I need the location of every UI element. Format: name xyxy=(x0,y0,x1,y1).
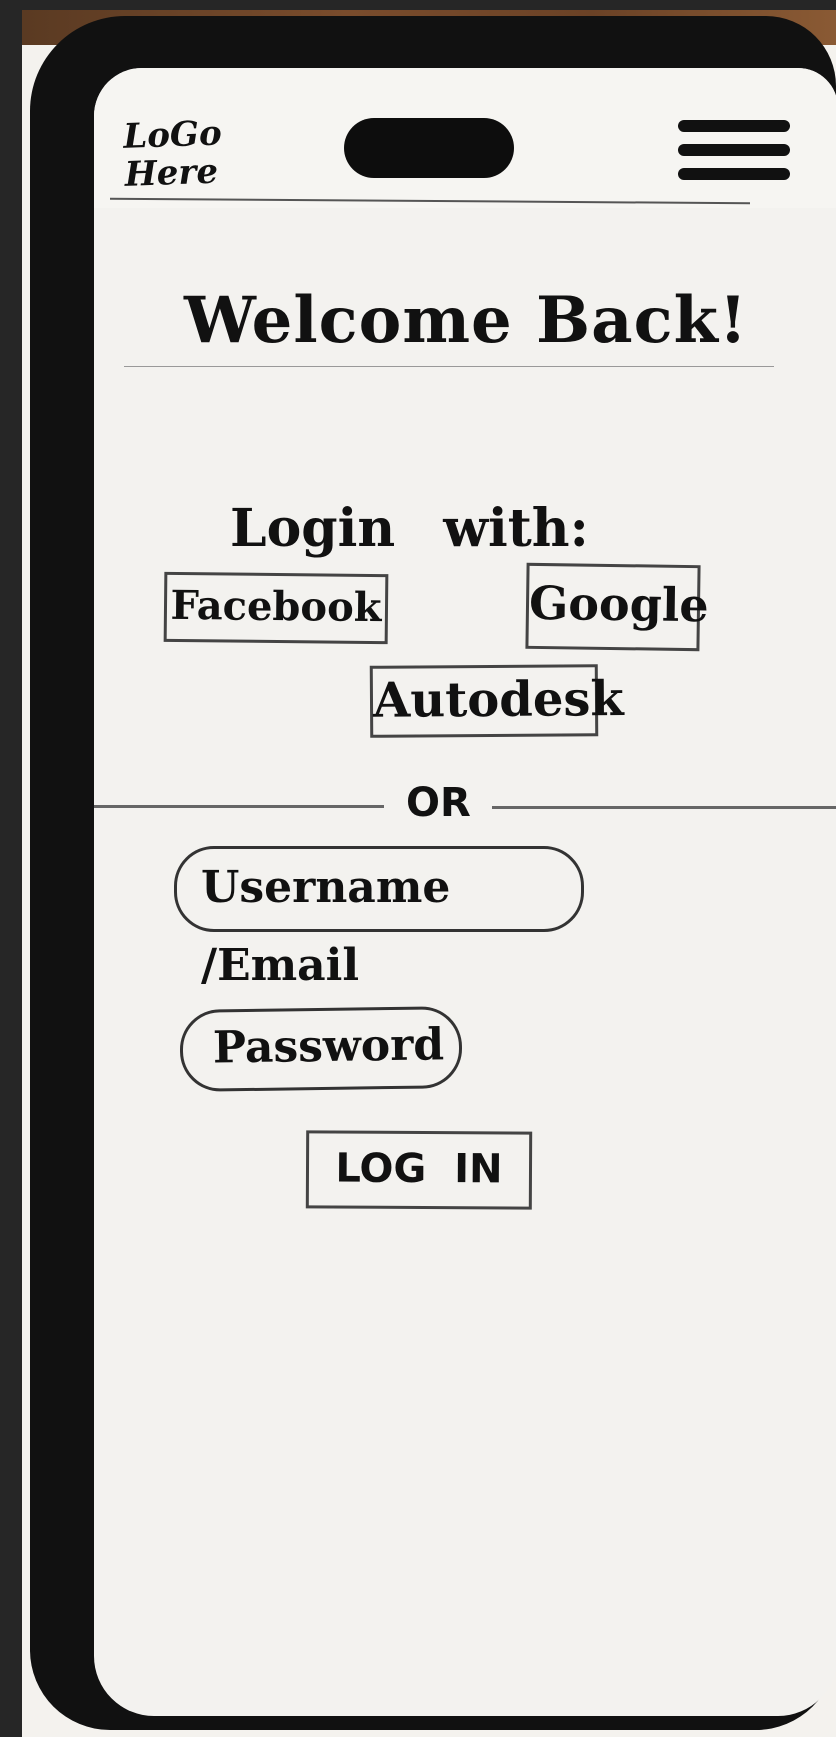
camera-notch xyxy=(344,118,514,178)
username-email-field[interactable]: Username /Email xyxy=(174,846,584,991)
header-bar: LoGo Here xyxy=(94,68,836,208)
menu-line xyxy=(678,120,790,132)
logo[interactable]: LoGo Here xyxy=(122,113,236,195)
login-button[interactable]: LOG IN xyxy=(305,1130,533,1210)
facebook-login-button[interactable]: Facebook xyxy=(163,571,389,645)
password-field[interactable]: Password xyxy=(179,1006,463,1092)
phone-frame: LoGo Here Welcome Back! Login with: Face… xyxy=(30,16,836,1730)
photo-background: LoGo Here Welcome Back! Login with: Face… xyxy=(0,0,836,1737)
menu-line xyxy=(678,144,790,156)
autodesk-login-button[interactable]: Autodesk xyxy=(369,664,624,738)
title-divider xyxy=(124,366,774,367)
logo-line-1: LoGo xyxy=(122,113,223,157)
logo-line-2: Here xyxy=(123,151,219,195)
login-with-heading: Login with: xyxy=(230,498,589,559)
phone-screen: LoGo Here Welcome Back! Login with: Face… xyxy=(94,68,836,1716)
or-divider-left xyxy=(94,805,384,808)
google-login-button[interactable]: Google xyxy=(525,562,709,652)
or-divider-label: OR xyxy=(406,780,471,826)
or-divider-right xyxy=(492,806,836,809)
hamburger-menu-icon[interactable] xyxy=(678,120,796,190)
menu-line xyxy=(678,168,790,180)
page-title: Welcome Back! xyxy=(183,283,749,358)
